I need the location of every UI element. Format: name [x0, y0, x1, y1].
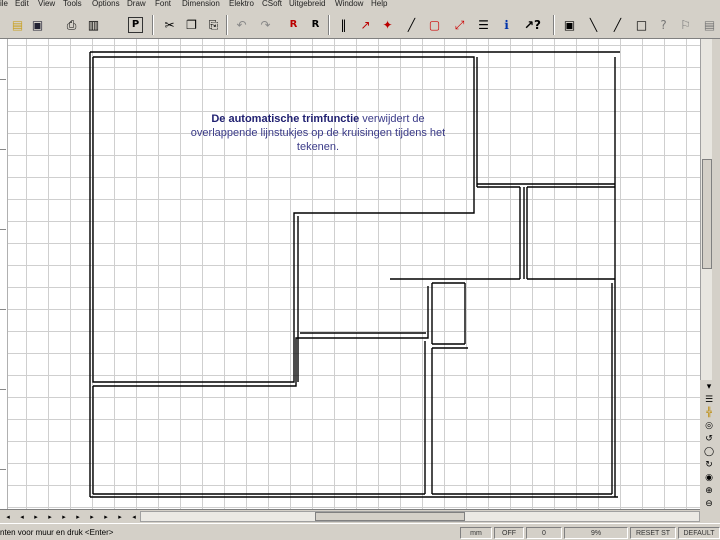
redo-icon[interactable]: ↷ [256, 15, 275, 35]
wall-icon[interactable]: ‖ [334, 15, 353, 35]
horizontal-scroll-thumb[interactable] [315, 512, 465, 521]
menu-edit[interactable]: Edit [15, 0, 29, 9]
line-icon[interactable]: ↗ [356, 15, 375, 35]
layers-list-icon[interactable]: ☰ [702, 394, 716, 406]
status-zoom: 9% [564, 527, 628, 539]
refresh-view-icon[interactable]: ↻ [702, 459, 716, 471]
tab-page-icon[interactable]: ▸ [44, 512, 56, 522]
text-icon[interactable]: ⚐ [676, 15, 695, 35]
wall-line [93, 286, 429, 387]
annotation-bold: De automatische trimfunctie [211, 113, 360, 125]
arc-icon[interactable]: ✦ [378, 15, 397, 35]
copy-icon[interactable]: ❐ [182, 15, 201, 35]
pdf-icon[interactable]: P [128, 17, 143, 33]
toolbar-separator [328, 15, 330, 35]
menu-file[interactable]: ile [0, 0, 8, 9]
select-icon[interactable]: ▢ [425, 15, 444, 35]
left-ruler [0, 39, 8, 509]
ruler-tick [0, 469, 6, 470]
window-icon[interactable]: ☰ [474, 15, 493, 35]
ruler-tick [0, 229, 6, 230]
pan-icon[interactable]: ╱ [608, 15, 627, 35]
ruler-tick [0, 389, 6, 390]
menu-draw[interactable]: Draw [127, 0, 146, 9]
print-preview-icon[interactable]: ▥ [84, 15, 103, 35]
zoom-window-icon[interactable]: ▣ [560, 15, 579, 35]
menu-elektro[interactable]: Elektro [229, 0, 254, 9]
status-default[interactable]: DEFAULT [678, 527, 720, 539]
drawing-canvas[interactable]: De automatische trimfunctie verwijdert d… [8, 39, 700, 509]
menu-csoft[interactable]: CSoft [262, 0, 282, 9]
status-unit[interactable]: mm [460, 527, 492, 539]
zoom-out-icon[interactable]: ⊖ [702, 498, 716, 510]
menu-font[interactable]: Font [155, 0, 171, 9]
tab-page-icon[interactable]: ▸ [58, 512, 70, 522]
paste-icon[interactable]: ⎘ [204, 15, 223, 35]
dimension-icon[interactable]: ⤢ [450, 15, 469, 35]
status-mode[interactable]: OFF [494, 527, 524, 539]
rotate-icon[interactable]: ↺ [702, 433, 716, 445]
menu-options[interactable]: Options [92, 0, 120, 9]
menu-view[interactable]: View [38, 0, 55, 9]
undo-icon[interactable]: ↶ [232, 15, 251, 35]
vertical-scroll-thumb[interactable] [702, 159, 712, 269]
tab-next-icon[interactable]: ▸ [100, 512, 112, 522]
layers-icon[interactable]: ▤ [700, 15, 719, 35]
folder-open-icon[interactable]: ▤ [8, 15, 27, 35]
main-toolbar: ▤ ▣ ⎙ ▥ P ✂ ❐ ⎘ ↶ ↷ R R ‖ ↗ ✦ ╱ ▢ ⤢ ☰ ℹ … [0, 9, 720, 39]
question-icon[interactable]: ? [654, 15, 673, 35]
tab-page-icon[interactable]: ▸ [86, 512, 98, 522]
menu-uitgebreid[interactable]: Uitgebreid [289, 0, 325, 9]
help-icon[interactable]: ↗? [523, 15, 542, 35]
tab-scroll-bar: ◂ ◂ ▸ ▸ ▸ ▸ ▸ ▸ ▸ ◂ [0, 509, 700, 523]
trim-icon[interactable]: ╱ [402, 15, 421, 35]
cut-icon[interactable]: ✂ [160, 15, 179, 35]
status-reset[interactable]: RESET ST [630, 527, 676, 539]
snap-icon[interactable]: ◎ [702, 420, 716, 432]
tab-last-icon[interactable]: ▸ [114, 512, 126, 522]
print-icon[interactable]: ⎙ [62, 15, 81, 35]
scroll-down-icon[interactable]: ▾ [702, 381, 716, 393]
circle-icon[interactable]: ◯ [702, 446, 716, 458]
floor-plan [89, 51, 620, 498]
toolbar-separator [226, 15, 228, 35]
redraw-icon[interactable]: R [284, 15, 303, 35]
side-toolbar: ▾ ☰ ╬ ◎ ↺ ◯ ↻ ◉ ⊕ ⊖ [700, 380, 720, 510]
tab-page-icon[interactable]: ▸ [72, 512, 84, 522]
horizontal-scrollbar[interactable] [140, 511, 700, 522]
menu-dimension[interactable]: Dimension [182, 0, 220, 9]
menu-tools[interactable]: Tools [63, 0, 82, 9]
toolbar-separator [152, 15, 154, 35]
vertical-scrollbar[interactable] [700, 39, 712, 380]
refresh-icon[interactable]: R [306, 15, 325, 35]
toolbar-separator [553, 15, 555, 35]
scroll-left-icon[interactable]: ◂ [128, 512, 140, 522]
status-value: 0 [526, 527, 562, 539]
zoom-icon[interactable]: ╲ [584, 15, 603, 35]
ruler-tick [0, 149, 6, 150]
ruler-tick [0, 309, 6, 310]
menu-help[interactable]: Help [371, 0, 387, 9]
menu-window[interactable]: Window [335, 0, 363, 9]
target-icon[interactable]: ◉ [702, 472, 716, 484]
grid-icon[interactable]: ╬ [702, 407, 716, 419]
zoom-in-icon[interactable]: ⊕ [702, 485, 716, 497]
tab-prev-icon[interactable]: ◂ [16, 512, 28, 522]
save-icon[interactable]: ▣ [28, 15, 47, 35]
menu-bar: ile Edit View Tools Options Draw Font Di… [0, 0, 720, 9]
tab-first-icon[interactable]: ◂ [2, 512, 14, 522]
info-icon[interactable]: ℹ [497, 15, 516, 35]
status-bar: nten voor muur en druk <Enter> mm OFF 0 … [0, 523, 720, 540]
status-prompt: nten voor muur en druk <Enter> [0, 528, 114, 537]
annotation-text: De automatische trimfunctie verwijdert d… [183, 112, 453, 154]
ruler-tick [0, 79, 6, 80]
view-icon[interactable]: □ [632, 15, 651, 35]
tab-page-icon[interactable]: ▸ [30, 512, 42, 522]
